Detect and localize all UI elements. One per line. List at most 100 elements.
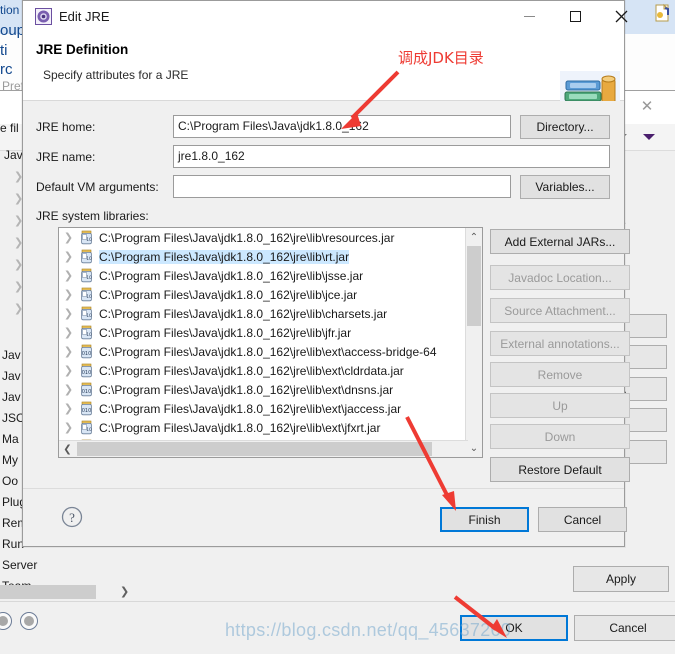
jar-icon: 10 — [78, 306, 95, 321]
svg-text:10: 10 — [86, 237, 92, 243]
list-item-label: C:\Program Files\Java\jdk1.8.0_162\jre\l… — [99, 268, 364, 283]
maximize-icon[interactable] — [552, 1, 598, 31]
variables-button[interactable]: Variables... — [520, 175, 610, 199]
chevron-right-icon[interactable]: ❯ — [59, 307, 78, 320]
background-tree-text: Jav — [4, 148, 23, 162]
chevron-right-icon[interactable]: ❯ — [59, 269, 78, 282]
list-item-label: C:\Program Files\Java\jdk1.8.0_162\jre\l… — [99, 325, 352, 340]
remove-button: Remove — [490, 362, 630, 387]
svg-text:010: 010 — [82, 389, 92, 395]
chevron-right-icon[interactable]: ❯ — [59, 288, 78, 301]
restore-default-button[interactable]: Restore Default — [490, 457, 630, 482]
cancel-button[interactable]: Cancel — [538, 507, 627, 532]
svg-text:10: 10 — [86, 427, 92, 433]
background-tree-text: My — [2, 453, 18, 467]
list-item-label: C:\Program Files\Java\jdk1.8.0_162\jre\l… — [99, 287, 358, 302]
chevron-right-icon[interactable]: ❯ — [59, 402, 78, 415]
dialog-title: Edit JRE — [59, 9, 110, 24]
svg-text:010: 010 — [82, 370, 92, 376]
directory-button[interactable]: Directory... — [520, 115, 610, 139]
horizontal-scrollbar-thumb[interactable] — [0, 585, 96, 599]
page-subtitle: Specify attributes for a JRE — [43, 68, 189, 82]
jre-name-input[interactable]: jre1.8.0_162 — [173, 145, 610, 168]
jar-icon-plain: 010 — [78, 401, 95, 416]
background-tree-text: tion — [0, 3, 20, 17]
minimize-icon[interactable] — [506, 1, 552, 31]
library-rows: ❯ 10 C:\Program Files\Java\jdk1.8.0_162\… — [59, 228, 467, 456]
jar-icon-plain: 010 — [78, 363, 95, 378]
jre-gear-icon — [35, 8, 52, 25]
watermark: https://blog.csdn.net/qq_45637260 — [225, 620, 512, 640]
list-item-label: C:\Program Files\Java\jdk1.8.0_162\jre\l… — [99, 306, 388, 321]
background-tree-text: rc — [0, 61, 13, 78]
jar-icon-plain: 010 — [78, 344, 95, 359]
svg-text:010: 010 — [82, 351, 92, 357]
cancel-button-background[interactable]: Cancel — [574, 615, 675, 641]
chevron-right-icon[interactable]: ❯ — [59, 383, 78, 396]
dialog-titlebar: Edit JRE — [23, 1, 627, 33]
annotation-note-text: 调成JDK目录 — [398, 49, 484, 67]
list-item[interactable]: ❯ 010 C:\Program Files\Java\jdk1.8.0_162… — [59, 342, 467, 361]
list-item[interactable]: ❯ 010 C:\Program Files\Java\jdk1.8.0_162… — [59, 399, 467, 418]
add-external-jars-button[interactable]: Add External JARs... — [490, 229, 630, 254]
chevron-right-icon[interactable]: ❯ — [59, 231, 78, 244]
svg-text:10: 10 — [86, 332, 92, 338]
list-item-label: C:\Program Files\Java\jdk1.8.0_162\jre\l… — [99, 382, 394, 397]
chevron-right-icon[interactable]: ❯ — [59, 345, 78, 358]
scroll-down-icon[interactable]: ⌄ — [466, 439, 482, 457]
scroll-left-icon[interactable]: ❮ — [59, 441, 76, 457]
list-item[interactable]: ❯ 10 C:\Program Files\Java\jdk1.8.0_162\… — [59, 228, 467, 247]
svg-text:10: 10 — [86, 313, 92, 319]
background-tree-text: Jav — [2, 348, 21, 362]
apply-button[interactable]: Apply — [573, 566, 669, 592]
dialog-footer — [23, 488, 624, 546]
page-title: JRE Definition — [36, 42, 129, 57]
svg-text:10: 10 — [86, 275, 92, 281]
scrollbar-thumb[interactable] — [77, 442, 432, 456]
help-icon[interactable]: ? — [61, 506, 83, 528]
chevron-right-icon[interactable]: ❯ — [59, 421, 78, 434]
list-item[interactable]: ❯ 010 C:\Program Files\Java\jdk1.8.0_162… — [59, 380, 467, 399]
close-icon[interactable] — [598, 1, 644, 31]
radio-button-right[interactable] — [20, 612, 38, 630]
jre-home-label: JRE home: — [36, 120, 96, 134]
list-item[interactable]: ❯ 10 C:\Program Files\Java\jdk1.8.0_162\… — [59, 304, 467, 323]
default-vm-arguments-input[interactable] — [173, 175, 511, 198]
chevron-down-icon[interactable] — [643, 134, 655, 140]
finish-button[interactable]: Finish — [440, 507, 529, 532]
jar-icon: 10 — [78, 268, 95, 283]
chevron-right-icon[interactable]: ❯ — [120, 585, 129, 598]
jre-system-libraries-list[interactable]: ❯ 10 C:\Program Files\Java\jdk1.8.0_162\… — [58, 227, 483, 458]
list-item[interactable]: ❯ 10 C:\Program Files\Java\jdk1.8.0_162\… — [59, 418, 467, 437]
jre-name-label: JRE name: — [36, 150, 96, 164]
list-item-label: C:\Program Files\Java\jdk1.8.0_162\jre\l… — [99, 344, 437, 359]
jar-icon: 10 — [78, 420, 95, 435]
list-item[interactable]: ❯ 010 C:\Program Files\Java\jdk1.8.0_162… — [59, 361, 467, 380]
list-item[interactable]: ❯ 10 C:\Program Files\Java\jdk1.8.0_162\… — [59, 323, 467, 342]
list-item-label: C:\Program Files\Java\jdk1.8.0_162\jre\l… — [99, 249, 350, 264]
source-attachment-button: Source Attachment... — [490, 298, 630, 323]
scroll-up-icon[interactable]: ⌃ — [466, 228, 482, 246]
jre-system-libraries-label: JRE system libraries: — [36, 209, 149, 223]
background-filter-placeholder: Pref — [2, 79, 25, 93]
list-item[interactable]: ❯ 10 C:\Program Files\Java\jdk1.8.0_162\… — [59, 247, 467, 266]
list-item[interactable]: ❯ 10 C:\Program Files\Java\jdk1.8.0_162\… — [59, 266, 467, 285]
list-item[interactable]: ❯ 10 C:\Program Files\Java\jdk1.8.0_162\… — [59, 285, 467, 304]
jre-home-input[interactable]: C:\Program Files\Java\jdk1.8.0_162 — [173, 115, 511, 138]
scrollbar-thumb[interactable] — [467, 246, 481, 326]
background-tree-text: Jav — [2, 369, 21, 383]
list-item-label: C:\Program Files\Java\jdk1.8.0_162\jre\l… — [99, 230, 395, 245]
note-icon — [655, 3, 670, 22]
chevron-right-icon[interactable]: ❯ — [59, 364, 78, 377]
close-icon[interactable]: ✕ — [640, 99, 654, 114]
javadoc-location-button: Javadoc Location... — [490, 265, 630, 290]
list-horizontal-scrollbar[interactable]: ❮ — [59, 440, 468, 457]
list-vertical-scrollbar[interactable]: ⌃ ⌄ — [465, 228, 482, 457]
jar-icon-plain: 010 — [78, 382, 95, 397]
background-tree-text: ti — [0, 42, 8, 59]
list-item-label: C:\Program Files\Java\jdk1.8.0_162\jre\l… — [99, 420, 381, 435]
chevron-right-icon[interactable]: ❯ — [59, 250, 78, 263]
jar-icon: 10 — [78, 230, 95, 245]
chevron-right-icon[interactable]: ❯ — [59, 326, 78, 339]
up-button: Up — [490, 393, 630, 418]
